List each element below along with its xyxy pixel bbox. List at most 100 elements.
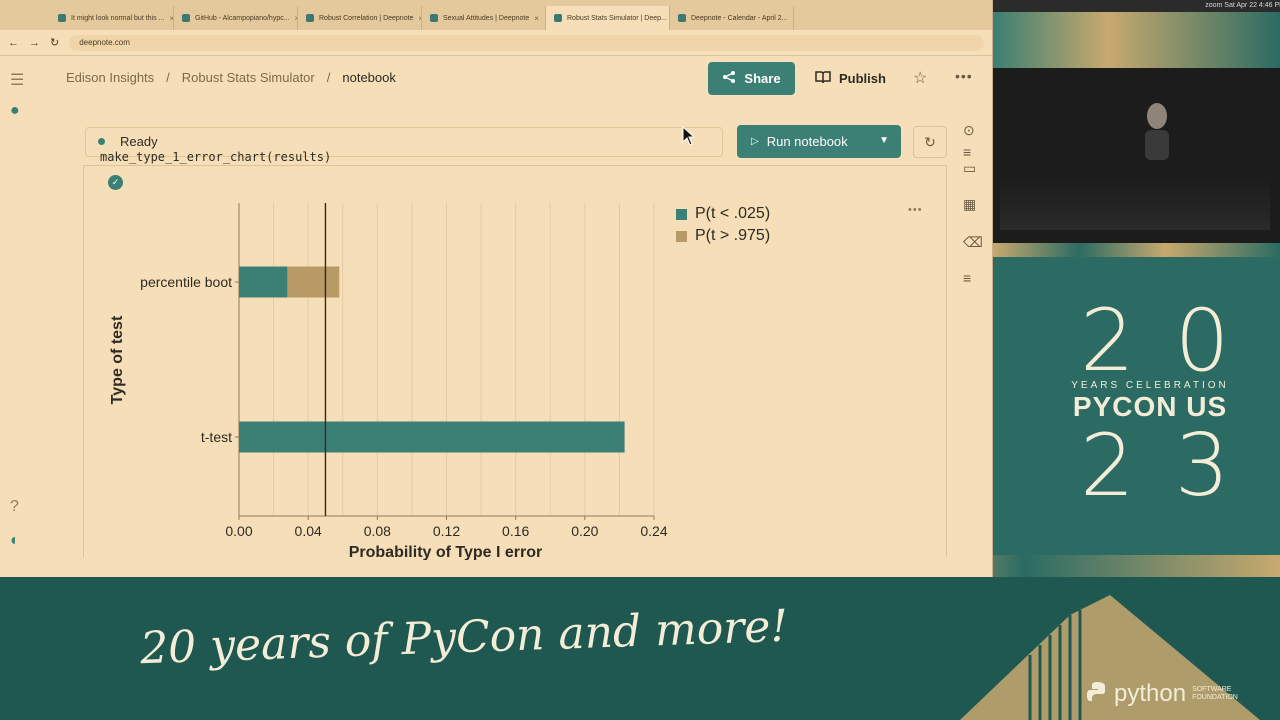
browser-tab[interactable]: Robust Correlation | Deepnote× [298,6,422,30]
tab-label: Sexual Attitudes | Deepnote [443,14,530,22]
tab-favicon-icon [182,14,190,22]
x-tick-label: 0.00 [225,523,252,539]
pycon-top-number: 20 [1080,291,1270,391]
back-icon[interactable]: ← [8,37,19,49]
legend-item: P(t < .025) [676,203,770,225]
url-field[interactable]: deepnote.com [69,34,984,51]
breadcrumb-separator: / [326,70,331,85]
publish-button[interactable]: Publish [815,62,895,95]
breadcrumb-workspace[interactable]: Edison Insights [66,70,154,85]
camera-desk [1000,178,1270,230]
trash-icon[interactable]: ⌫ [963,234,983,251]
tab-label: It might look normal but this ... [71,14,165,22]
y-tick-label: t-test [201,429,232,445]
x-tick-label: 0.16 [502,523,529,539]
tab-favicon-icon [554,14,562,22]
x-tick-label: 0.12 [433,523,460,539]
url-text: deepnote.com [79,38,130,47]
address-bar: ← → ↻ deepnote.com [0,30,992,56]
y-axis-title: Type of test [109,315,126,404]
star-icon[interactable]: ☆ [913,68,927,88]
reload-icon[interactable]: ↻ [50,36,59,49]
bar [239,421,625,453]
sidebar-toggle-icon[interactable]: ☰ [10,70,24,90]
comment-icon[interactable]: ▭ [963,160,976,177]
breadcrumb: Edison Insights / Robust Stats Simulator… [66,70,396,85]
cell-more-icon[interactable]: ••• [908,204,923,216]
close-icon[interactable]: × [534,14,539,23]
book-icon [815,70,831,87]
decorative-strip [993,12,1280,68]
play-icon: ▷ [751,136,759,147]
speaker-silhouette [1145,103,1169,160]
lightbulb-icon[interactable]: ● [10,102,20,120]
breadcrumb-separator: / [166,70,170,85]
cell-toolbar: ⊙ ≡ ▭ ▦ ⌫ ≡ [955,118,989,418]
run-cell-icon[interactable]: ⊙ [963,122,975,139]
close-icon[interactable]: × [793,14,794,23]
refresh-icon: ↻ [924,133,936,150]
legend-swatch-upper [676,230,687,242]
deepnote-logo-icon[interactable]: ◐ [10,532,20,550]
left-rail: ☰ ● ? ◐ [0,56,40,556]
legend-label: P(t < .025) [695,205,771,222]
code-line[interactable]: make_type_1_error_chart(results) [100,150,331,164]
browser-tab[interactable]: Sexual Attitudes | Deepnote × [422,6,546,30]
run-notebook-button[interactable]: ▷ Run notebook ▼ [737,125,901,158]
psf-sub: SOFTWARE FOUNDATION [1192,686,1238,702]
list-icon[interactable]: ≡ [963,144,971,160]
calendar-icon[interactable]: ▦ [963,196,976,213]
browser-tab-active[interactable]: Robust Stats Simulator | Deep...× [546,6,670,30]
psf-sub-1: SOFTWARE [1192,686,1232,693]
x-tick-label: 0.24 [640,523,667,539]
breadcrumb-notebook[interactable]: notebook [342,70,396,85]
psf-sub-2: FOUNDATION [1192,694,1238,701]
pycon-logo: 20 YEARS CELEBRATION PYCON US 23 [1050,298,1250,509]
browser-tab[interactable]: It might look normal but this ... × [50,6,174,30]
tab-favicon-icon [306,14,314,22]
status-text: Ready [120,134,158,149]
python-logo-icon [1086,681,1108,708]
run-label: Run notebook [766,134,848,149]
tab-favicon-icon [678,14,686,22]
tab-label: Deepnote - Calendar - April 2... [691,14,788,22]
bar [287,266,340,298]
x-tick-label: 0.20 [571,523,598,539]
legend-item: P(t > .975) [676,225,770,247]
chart-legend: P(t < .025) P(t > .975) [676,203,770,247]
legend-label: P(t > .975) [695,227,771,244]
status-indicator-icon [98,138,105,145]
tab-label: GitHub - Alcampopiano/hypc... [195,14,290,22]
bar [239,266,288,298]
x-tick-label: 0.04 [295,523,322,539]
forward-icon[interactable]: → [29,37,40,49]
share-label: Share [744,71,781,86]
tab-bar: It might look normal but this ... × GitHu… [0,0,992,30]
help-icon[interactable]: ? [10,498,19,516]
breadcrumb-project[interactable]: Robust Stats Simulator [182,70,315,85]
tab-favicon-icon [58,14,66,22]
decorative-strip-2 [993,243,1280,257]
share-icon [722,70,736,87]
x-axis-title: Probability of Type I error [349,544,543,560]
psf-word: python [1114,680,1187,707]
tab-favicon-icon [430,14,438,22]
x-tick-label: 0.08 [364,523,391,539]
y-tick-label: percentile boot [140,274,232,290]
tab-label: Robust Stats Simulator | Deep... [567,14,667,22]
publish-label: Publish [839,71,886,86]
browser-tab[interactable]: GitHub - Alcampopiano/hypc...× [174,6,298,30]
mouse-cursor-icon [682,126,694,146]
pycon-bottom-number: 23 [1080,416,1270,516]
check-icon: ✓ [108,175,123,190]
chevron-down-icon[interactable]: ▼ [879,135,889,146]
menu-icon[interactable]: ≡ [963,270,971,286]
browser-tab[interactable]: Deepnote - Calendar - April 2... × [670,6,794,30]
legend-swatch-lower [676,208,687,220]
more-icon[interactable]: ••• [955,68,973,84]
pycon-years-text: YEARS CELEBRATION [1071,380,1229,391]
refresh-button[interactable]: ↻ [913,126,947,158]
psf-logo: python SOFTWARE FOUNDATION [1086,680,1238,708]
os-status: zoom Sat Apr 22 4:46 PM [993,0,1280,12]
share-button[interactable]: Share [708,62,795,95]
